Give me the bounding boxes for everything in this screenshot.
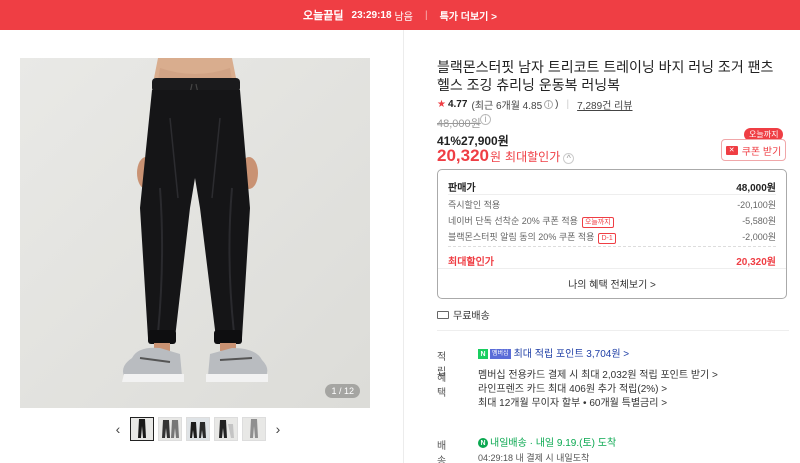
price-info-icon[interactable]: i [480, 114, 491, 125]
info-icon[interactable]: i [544, 100, 554, 109]
best-price: 20,320 [437, 146, 489, 165]
best-price-row: 20,320 원 최대할인가 ^ [437, 146, 575, 166]
delivery-key: 배송 [437, 441, 447, 463]
truck-icon [437, 310, 449, 319]
price-row: 네이버 단독 선착순 20% 쿠폰 적용 오늘까지 -5,580원 [448, 214, 776, 228]
price-total-row: 최대할인가 20,320원 [448, 253, 776, 268]
deal-label: 오늘끝딜 [303, 10, 344, 22]
coupon-button-label: 쿠폰 받기 [741, 146, 782, 158]
chevron-left-icon[interactable]: ‹ [110, 421, 126, 437]
npay-membership: 멤버십 [490, 349, 511, 360]
star-icon: ★ [437, 99, 446, 110]
npay-badge: N 멤버십 [478, 349, 511, 360]
pants-illustration [20, 58, 370, 408]
product-image[interactable]: 1 / 12 [20, 58, 370, 408]
benefits-button[interactable]: 나의 혜택 전체보기 > [438, 268, 786, 298]
best-price-unit: 원 [490, 150, 502, 164]
product-title: 블랙몬스터핏 남자 트리코트 트레이닝 바지 러닝 조거 팬츠 헬스 조깅 츄리… [437, 59, 774, 93]
delivery-note: 04:29:18 내 결제 시 내일도착 [478, 453, 590, 463]
deal-timer: 23:29:18 [351, 9, 392, 21]
image-counter: 1 / 12 [325, 384, 360, 398]
deal-banner[interactable]: 오늘끝딜 23:29:18 남음 | 특가 더보기 > [0, 0, 800, 30]
price-row: 판매가 48,000원 [448, 179, 776, 194]
thumb-image [162, 420, 179, 438]
npay-n: N [478, 349, 488, 360]
rating-separator: | [566, 99, 570, 110]
divider [448, 194, 776, 195]
original-price: 48,000원 [437, 118, 481, 130]
thumb-image [250, 419, 258, 438]
divider [437, 330, 789, 331]
price-row-value: 48,000원 [736, 183, 776, 194]
perk-line[interactable]: 라인프렌즈 카드 최대 406원 추가 적립(2%) > [478, 383, 667, 396]
free-shipping-label: 무료배송 [453, 311, 490, 322]
coupon-button[interactable]: ✕ 쿠폰 받기 [721, 139, 786, 161]
perk-line[interactable]: 멤버십 전용카드 결제 시 최대 2,032원 적립 포인트 받기 > [478, 369, 718, 382]
price-row-badge: D-1 [598, 233, 616, 244]
nday-badge: N [478, 438, 488, 449]
deal-more-link[interactable]: 특가 더보기 > [440, 8, 497, 23]
deal-remaining: 남음 [394, 11, 413, 23]
price-total-value: 20,320원 [736, 257, 776, 268]
thumbnail[interactable] [242, 417, 266, 441]
thumbnail[interactable] [130, 417, 154, 441]
price-total-label: 최대할인가 [448, 257, 494, 268]
delivery-tag: 내일배송 [490, 438, 527, 449]
rating-score: 4.77 [447, 99, 468, 110]
thumb-image [138, 419, 146, 438]
price-row-value: -20,100원 [737, 200, 776, 210]
divider [448, 246, 776, 247]
column-divider [403, 30, 404, 463]
thumbnail[interactable] [158, 417, 182, 441]
thumbnail[interactable] [214, 417, 238, 441]
perk-line[interactable]: 최대 12개월 무이자 할부 • 60개월 특별금리 > [478, 397, 667, 410]
price-row-label: 블랙몬스터핏 알림 동의 20% 쿠폰 적용 [448, 232, 595, 242]
points-text: 최대 적립 포인트 3,704원 > [513, 349, 630, 360]
chevron-up-icon[interactable]: ^ [563, 152, 575, 164]
banner-separator: | [424, 9, 428, 21]
points-link[interactable]: N 멤버십 최대 적립 포인트 3,704원 > [478, 348, 629, 361]
delivery-arrival: · 내일 9.19.(토) 도착 [529, 438, 617, 449]
perks-key: 혜택 [437, 373, 447, 399]
chevron-right-icon[interactable]: › [270, 421, 286, 437]
rating-row: ★ 4.77 (최근 6개월 4.85 i ) | 7,289건 리뷰 [437, 97, 633, 112]
coupon-icon: ✕ [725, 145, 738, 155]
reviews-link[interactable]: 7,289건 리뷰 [577, 97, 632, 112]
rating-recent-close: ) [555, 99, 559, 110]
price-row: 블랙몬스터핏 알림 동의 20% 쿠폰 적용 D-1 -2,000원 [448, 230, 776, 244]
price-row-value: -2,000원 [742, 232, 776, 242]
price-row-label: 즉시할인 적용 [448, 200, 501, 210]
price-row-value: -5,580원 [742, 216, 776, 226]
rating-recent: (최근 6개월 4.85 [471, 101, 543, 112]
best-price-label: 최대할인가 [505, 150, 561, 164]
delivery-info[interactable]: N 내일배송 · 내일 9.19.(토) 도착 [478, 437, 616, 450]
free-shipping: 무료배송 [437, 307, 490, 322]
thumbnail[interactable] [186, 417, 210, 441]
price-breakdown: 판매가 48,000원 즉시할인 적용 -20,100원 네이버 단독 선착순 … [437, 169, 787, 299]
thumb-image [219, 420, 234, 438]
thumb-image [187, 418, 209, 440]
price-row: 즉시할인 적용 -20,100원 [448, 198, 776, 211]
thumbnail-strip: ‹ › [110, 417, 286, 441]
price-row-badge: 오늘까지 [581, 217, 614, 228]
price-row-label: 판매가 [448, 183, 476, 194]
price-row-label: 네이버 단독 선착순 20% 쿠폰 적용 [448, 216, 578, 226]
